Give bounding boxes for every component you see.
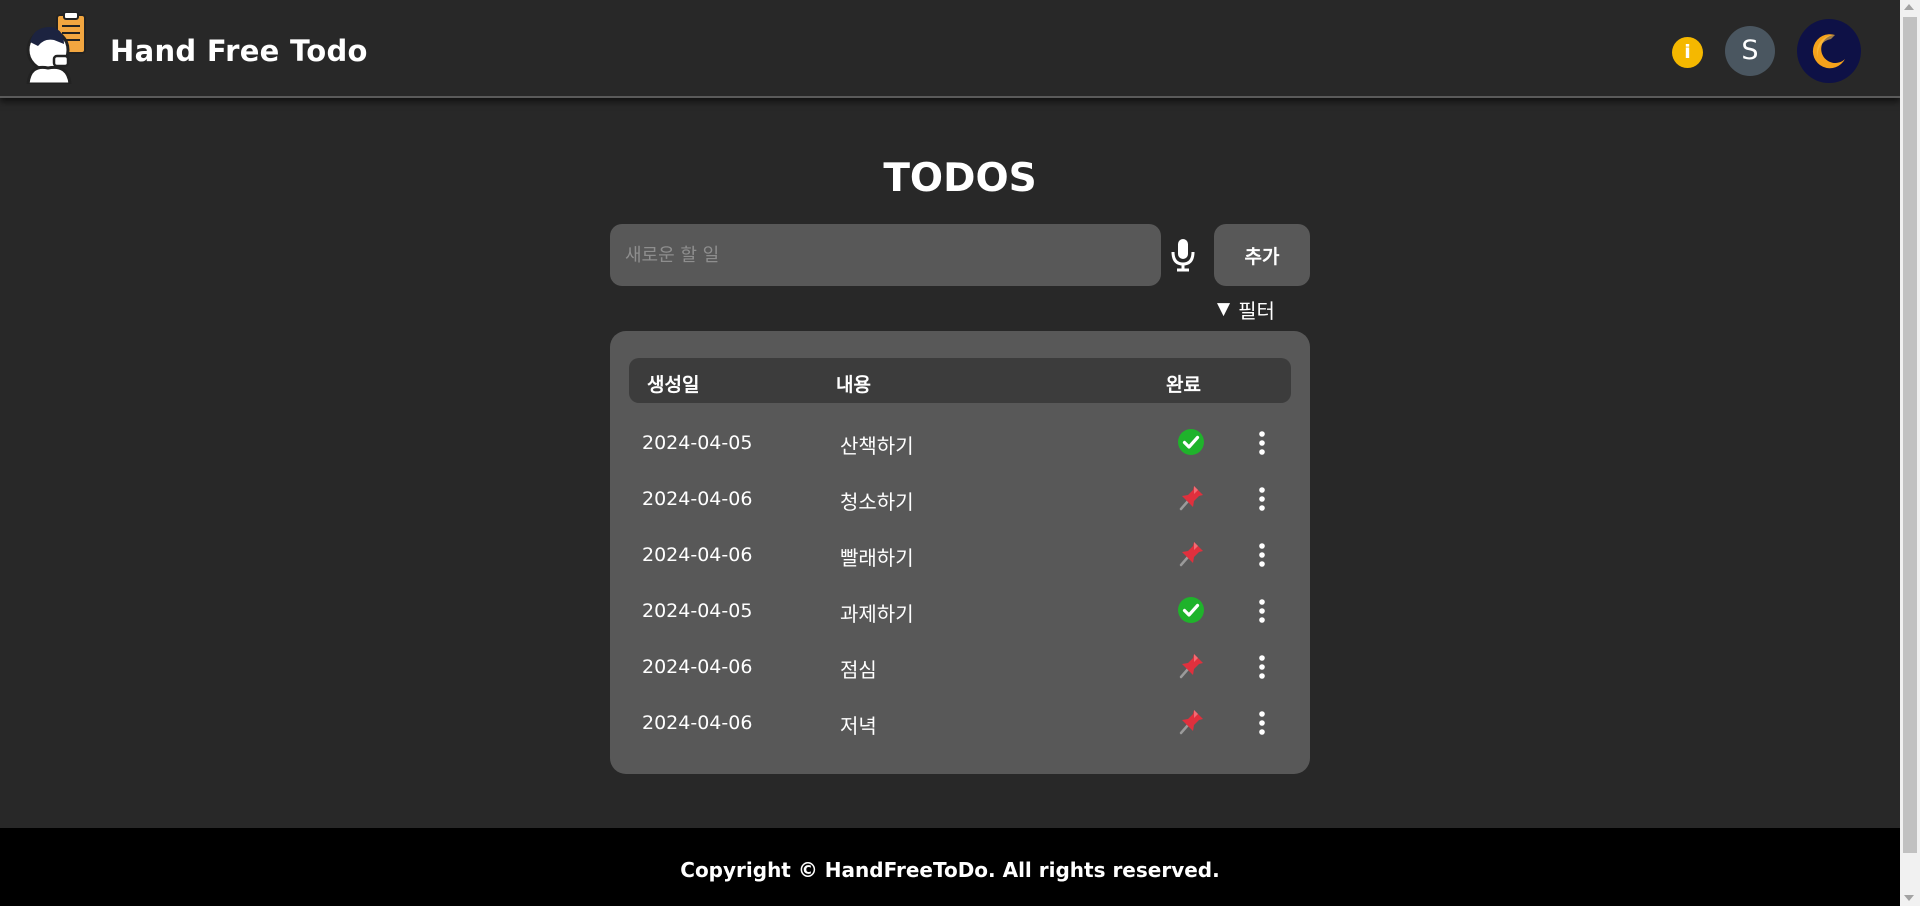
pushpin-icon[interactable] bbox=[1177, 484, 1205, 512]
page: Hand Free Todo i S TODOS 추가 ▼ 필터 생성일 내용 … bbox=[0, 0, 1900, 906]
triangle-down-icon: ▼ bbox=[1217, 299, 1231, 319]
page-title: TODOS bbox=[883, 156, 1037, 201]
pushpin-icon[interactable] bbox=[1177, 708, 1205, 736]
todo-date: 2024-04-05 bbox=[642, 432, 753, 454]
theme-toggle-button[interactable] bbox=[1797, 19, 1861, 83]
page-footer: Copyright © HandFreeToDo. All rights res… bbox=[0, 828, 1900, 906]
app-header: Hand Free Todo i S bbox=[0, 0, 1900, 98]
more-vertical-icon[interactable] bbox=[1250, 597, 1274, 625]
column-header-created: 생성일 bbox=[647, 374, 700, 396]
todo-content: 저녁 bbox=[840, 714, 877, 738]
table-header: 생성일 내용 완료 bbox=[629, 358, 1291, 403]
table-row[interactable]: 2024-04-05 과제하기 bbox=[610, 583, 1310, 639]
more-vertical-icon[interactable] bbox=[1250, 429, 1274, 457]
column-header-done: 완료 bbox=[1166, 374, 1201, 396]
scroll-up-arrow-icon[interactable] bbox=[1904, 4, 1914, 10]
todo-content: 청소하기 bbox=[840, 490, 914, 514]
table-row[interactable]: 2024-04-06 점심 bbox=[610, 639, 1310, 695]
todo-date: 2024-04-06 bbox=[642, 488, 753, 510]
more-vertical-icon[interactable] bbox=[1250, 653, 1274, 681]
more-vertical-icon[interactable] bbox=[1250, 541, 1274, 569]
table-row[interactable]: 2024-04-05 산책하기 bbox=[610, 415, 1310, 471]
more-vertical-icon[interactable] bbox=[1250, 485, 1274, 513]
more-vertical-icon[interactable] bbox=[1250, 709, 1274, 737]
pushpin-icon[interactable] bbox=[1177, 652, 1205, 680]
app-title[interactable]: Hand Free Todo bbox=[110, 34, 368, 68]
todo-table: 생성일 내용 완료 2024-04-05 산책하기 2024-04-06 청소하… bbox=[610, 331, 1310, 774]
microphone-icon[interactable] bbox=[1170, 238, 1196, 272]
table-row[interactable]: 2024-04-06 저녁 bbox=[610, 695, 1310, 751]
scroll-down-arrow-icon[interactable] bbox=[1904, 895, 1914, 901]
copyright-text: Copyright © HandFreeToDo. All rights res… bbox=[680, 858, 1220, 882]
filter-label: 필터 bbox=[1238, 298, 1275, 323]
todo-content: 점심 bbox=[840, 658, 877, 682]
check-circle-icon[interactable] bbox=[1177, 596, 1205, 624]
column-header-content: 내용 bbox=[836, 374, 871, 396]
moon-icon bbox=[1812, 34, 1845, 69]
app-logo-icon[interactable] bbox=[24, 12, 92, 84]
table-row[interactable]: 2024-04-06 청소하기 bbox=[610, 471, 1310, 527]
add-todo-button[interactable]: 추가 bbox=[1214, 224, 1310, 286]
todo-date: 2024-04-06 bbox=[642, 712, 753, 734]
check-circle-icon[interactable] bbox=[1177, 428, 1205, 456]
pushpin-icon[interactable] bbox=[1177, 540, 1205, 568]
todo-content: 산책하기 bbox=[840, 434, 914, 458]
filter-toggle[interactable]: ▼ 필터 bbox=[1217, 296, 1275, 323]
info-icon[interactable]: i bbox=[1672, 37, 1703, 68]
scrollbar-thumb[interactable] bbox=[1903, 17, 1917, 853]
todo-content: 과제하기 bbox=[840, 602, 914, 626]
table-row[interactable]: 2024-04-06 빨래하기 bbox=[610, 527, 1310, 583]
todo-date: 2024-04-06 bbox=[642, 656, 753, 678]
todo-date: 2024-04-06 bbox=[642, 544, 753, 566]
todo-content: 빨래하기 bbox=[840, 546, 914, 570]
new-todo-input[interactable] bbox=[610, 224, 1161, 286]
user-avatar[interactable]: S bbox=[1725, 26, 1775, 76]
todo-date: 2024-04-05 bbox=[642, 600, 753, 622]
